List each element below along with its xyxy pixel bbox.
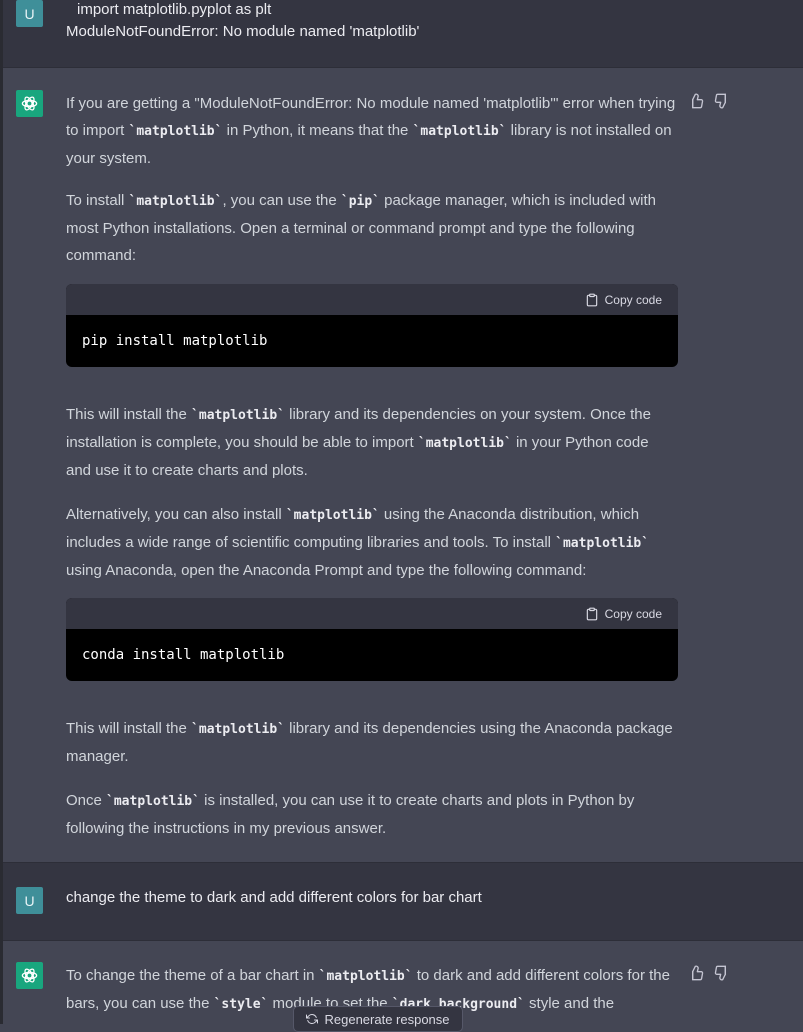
code-block-header: Copy code <box>66 598 678 629</box>
code-block-conda: Copy code conda install matplotlib <box>66 598 678 681</box>
copy-code-label: Copy code <box>604 292 662 307</box>
assistant-avatar <box>16 90 43 117</box>
refresh-icon <box>306 1013 319 1025</box>
thumbs-down-icon[interactable] <box>714 93 730 109</box>
paragraph-5: This will install the `matplotlib` libra… <box>66 720 673 765</box>
paragraph-2: To install `matplotlib`, you can use the… <box>66 192 657 264</box>
code-block-header: Copy code <box>66 284 678 315</box>
thumbs-down-icon[interactable] <box>714 965 730 981</box>
feedback-buttons <box>688 965 730 981</box>
user-avatar: U <box>16 0 43 27</box>
regenerate-label: Regenerate response <box>324 1011 450 1027</box>
code-content: pip install matplotlib <box>82 333 268 349</box>
clipboard-icon <box>586 607 597 620</box>
openai-logo-icon <box>21 96 38 111</box>
thumbs-up-icon[interactable] <box>688 965 704 981</box>
user-message-line-2: ModuleNotFoundError: No module named 'ma… <box>66 23 420 40</box>
copy-code-button[interactable]: Copy code <box>585 607 662 621</box>
left-edge <box>0 0 3 1024</box>
paragraph-6: Once `matplotlib` is installed, you can … <box>66 792 635 837</box>
thumbs-up-icon[interactable] <box>688 93 704 109</box>
user-message-1: U import matplotlib.pyplot as plt Module… <box>0 0 803 67</box>
copy-code-button[interactable]: Copy code <box>585 293 662 307</box>
code-block-pip: Copy code pip install matplotlib <box>66 284 678 367</box>
assistant-message-1: If you are getting a "ModuleNotFoundErro… <box>0 68 803 862</box>
paragraph-1: If you are getting a "ModuleNotFoundErro… <box>66 95 676 167</box>
code-content: conda install matplotlib <box>82 647 285 663</box>
assistant-avatar <box>16 962 43 989</box>
user-message-line-1: import matplotlib.pyplot as plt <box>77 1 272 18</box>
openai-logo-icon <box>21 968 38 983</box>
paragraph-4: Alternatively, you can also install `mat… <box>66 506 650 579</box>
copy-code-label: Copy code <box>604 606 662 621</box>
user-message-text: change the theme to dark and add differe… <box>66 889 482 906</box>
regenerate-response-button[interactable]: Regenerate response <box>293 1006 463 1032</box>
feedback-buttons <box>688 93 730 109</box>
user-avatar: U <box>16 887 43 914</box>
paragraph-3: This will install the `matplotlib` libra… <box>66 406 651 479</box>
clipboard-icon <box>586 293 597 306</box>
user-message-2: U change the theme to dark and add diffe… <box>0 863 803 940</box>
